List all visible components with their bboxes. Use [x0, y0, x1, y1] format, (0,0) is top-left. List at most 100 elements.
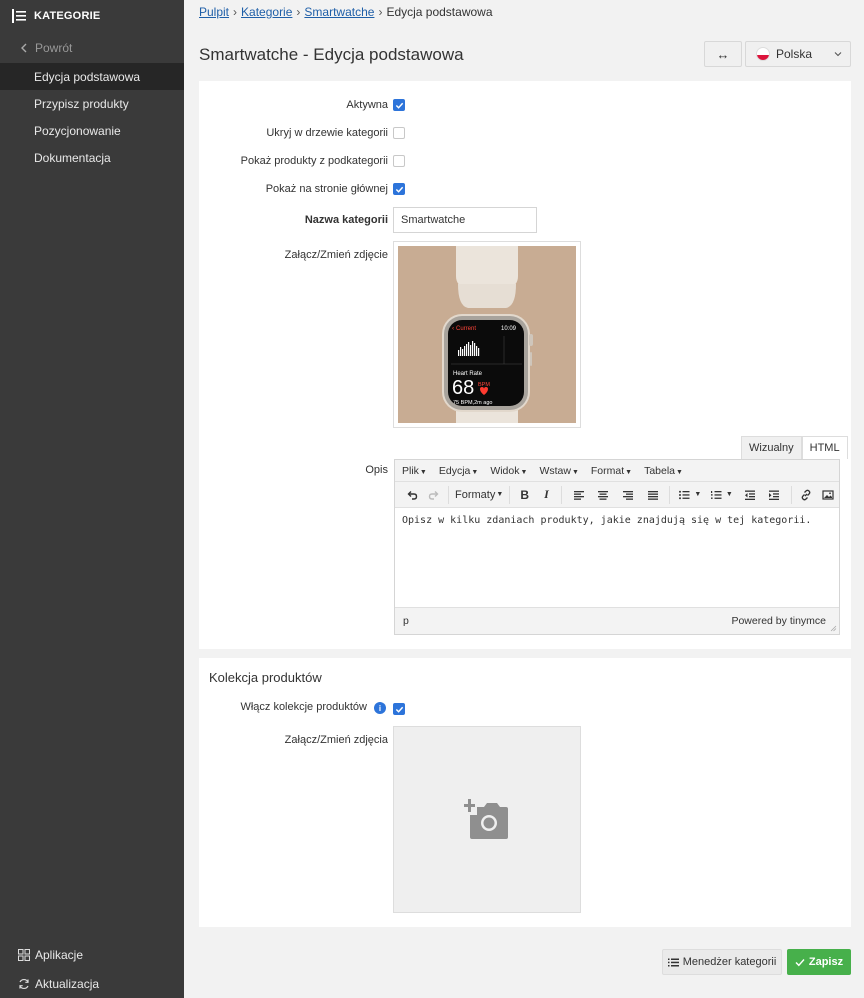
editor-content[interactable]: Opisz w kilku zdaniach produkty, jakie z…: [395, 508, 839, 607]
align-right-button[interactable]: [616, 485, 641, 505]
toolbar-divider: [508, 485, 510, 504]
menu-edit[interactable]: Edycja▼: [439, 465, 478, 477]
caret-icon: ▼: [571, 468, 579, 476]
active-checkbox[interactable]: [393, 99, 405, 111]
caret-icon: ▼: [496, 491, 504, 498]
check-icon: [795, 958, 805, 966]
show-on-homepage-checkbox[interactable]: [393, 183, 405, 195]
bullet-list-button[interactable]: ▼: [674, 485, 706, 505]
watch-back-label: Current: [456, 326, 476, 332]
sidebar-item-label: Dokumentacja: [34, 150, 111, 165]
menu-file[interactable]: Plik▼: [402, 465, 427, 477]
svg-text:‹: ‹: [452, 325, 454, 332]
category-name-label: Nazwa kategorii: [304, 214, 388, 226]
caret-icon: ▼: [520, 468, 528, 476]
breadcrumb-categories-link[interactable]: Kategorie: [241, 5, 292, 19]
sidebar-item-documentation[interactable]: Dokumentacja: [0, 144, 184, 171]
category-photo-image: ‹ Current 10:09 Heart Rate 68 BPM 75 BPM…: [398, 246, 576, 423]
outdent-button[interactable]: [737, 485, 762, 505]
sidebar-bottom: Aplikacje Aktualizacja: [0, 940, 184, 998]
insert-link-button[interactable]: [796, 485, 818, 505]
toolbar-divider: [669, 485, 670, 504]
breadcrumb-home-link[interactable]: Pulpit: [199, 5, 229, 19]
indent-button[interactable]: [762, 485, 787, 505]
tab-html[interactable]: HTML: [801, 436, 848, 459]
menu-edit-label: Edycja: [438, 464, 471, 477]
hide-in-tree-label: Ukryj w drzewie kategorii: [266, 127, 388, 139]
show-subcategory-products-checkbox[interactable]: [393, 155, 405, 167]
toolbar-divider: [448, 485, 450, 504]
sidebar-header: KATEGORIE: [0, 0, 184, 32]
apps-label: Aplikacje: [35, 947, 84, 962]
collection-photo-upload[interactable]: [393, 726, 581, 913]
powered-by-label: Powered by tinymce: [731, 615, 826, 627]
category-manager-button[interactable]: Menedżer kategorii: [662, 949, 782, 975]
watch-value: 68: [452, 377, 474, 399]
language-value: Polska: [776, 47, 813, 61]
enable-collection-checkbox[interactable]: [393, 703, 405, 715]
menu-table[interactable]: Tabela▼: [644, 465, 683, 477]
hide-in-tree-checkbox[interactable]: [393, 127, 405, 139]
element-path[interactable]: p: [403, 615, 409, 627]
toolbar-divider: [561, 485, 563, 504]
menu-format[interactable]: Format▼: [591, 465, 632, 477]
image-icon: [822, 489, 834, 500]
back-link[interactable]: Powrót: [0, 33, 184, 63]
caret-icon: ▼: [625, 468, 633, 476]
enable-collection-label: Włącz kolekcje produktów: [240, 701, 367, 713]
sidebar-item-positioning[interactable]: Pozycjonowanie: [0, 117, 184, 144]
redo-icon: [428, 490, 439, 500]
arrows-horizontal-icon: ↔: [716, 46, 730, 62]
breadcrumb-separator: ›: [378, 5, 383, 19]
breadcrumb-smartwatche-link[interactable]: Smartwatche: [304, 5, 374, 19]
align-left-button[interactable]: [566, 485, 591, 505]
align-right-icon: [622, 490, 633, 500]
menu-insert[interactable]: Wstaw▼: [539, 465, 578, 477]
redo-button[interactable]: [423, 485, 445, 505]
refresh-icon: [19, 978, 29, 989]
active-label: Aktywna: [346, 99, 388, 111]
breadcrumb: Pulpit › Kategorie › Smartwatche › Edycja pods…: [199, 5, 493, 19]
caret-icon: ▼: [694, 491, 702, 498]
page-title: Smartwatche - Edycja podstawowa: [199, 45, 464, 64]
description-label: Opis: [365, 464, 388, 476]
tab-visual[interactable]: Wizualny: [741, 436, 802, 459]
sidebar-item-basic-edit[interactable]: Edycja podstawowa: [0, 63, 184, 90]
category-name-input[interactable]: [393, 207, 537, 233]
resize-grip-icon[interactable]: [830, 625, 837, 632]
outdent-icon: [744, 490, 755, 500]
italic-button[interactable]: I: [536, 485, 558, 505]
menu-view-label: Widok: [490, 464, 520, 477]
expand-width-button[interactable]: ↔: [704, 41, 742, 67]
formats-dropdown[interactable]: Formaty ▼: [453, 485, 504, 505]
product-collection-card: Kolekcja produktów Włącz kolekcje produk…: [199, 658, 851, 927]
insert-image-button[interactable]: [817, 485, 839, 505]
chevron-left-icon: [21, 43, 27, 53]
breadcrumb-separator: ›: [233, 5, 238, 19]
category-photo[interactable]: ‹ Current 10:09 Heart Rate 68 BPM 75 BPM…: [393, 241, 581, 428]
tab-html-label: HTML: [809, 442, 840, 454]
save-button[interactable]: Zapisz: [787, 949, 851, 975]
caret-icon: ▼: [725, 491, 733, 498]
align-left-icon: [573, 490, 584, 500]
numbered-list-button[interactable]: ▼: [706, 485, 738, 505]
menu-file-label: Plik: [402, 464, 419, 477]
bold-button[interactable]: B: [514, 485, 536, 505]
chevron-down-icon: [834, 52, 842, 57]
watch-footer: 75 BPM,2m ago: [453, 400, 492, 406]
flag-pl-icon: [756, 47, 770, 61]
menu-view[interactable]: Widok▼: [490, 465, 527, 477]
sidebar-item-updates[interactable]: Aktualizacja: [0, 969, 184, 998]
align-center-icon: [598, 490, 609, 500]
sidebar-item-label: Pozycjonowanie: [34, 123, 121, 138]
sidebar-item-apps[interactable]: Aplikacje: [0, 940, 184, 969]
language-select[interactable]: Polska: [745, 41, 851, 67]
undo-button[interactable]: [401, 485, 423, 505]
grid-icon: [18, 948, 30, 961]
tab-visual-label: Wizualny: [749, 442, 794, 454]
info-icon[interactable]: i: [374, 702, 386, 714]
align-center-button[interactable]: [591, 485, 616, 505]
align-justify-button[interactable]: [640, 485, 665, 505]
sidebar-item-assign-products[interactable]: Przypisz produkty: [0, 90, 184, 117]
menu-table-label: Tabela: [644, 464, 676, 477]
